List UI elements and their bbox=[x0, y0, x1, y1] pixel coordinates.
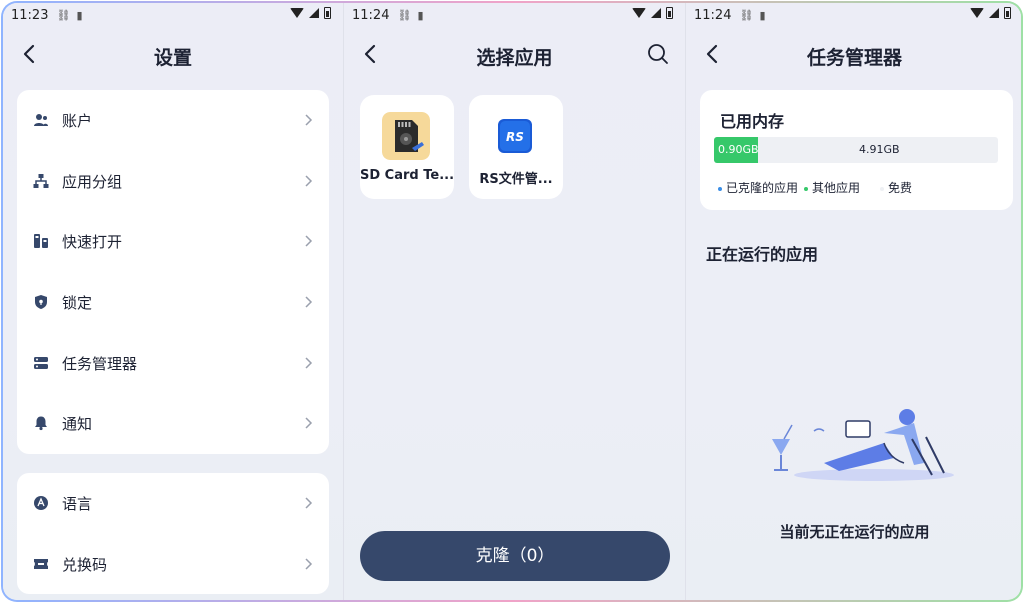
settings-card-main: 账户 应用分组 快速打开 锁定 任务管理器 通知 bbox=[17, 90, 329, 454]
status-bar: 11:24 ⛓ ▮ bbox=[686, 3, 1021, 27]
legend-label: 免费 bbox=[888, 181, 913, 195]
link-icon: ⛓ bbox=[397, 8, 412, 22]
settings-item-redeem-code[interactable]: 兑换码 bbox=[17, 534, 329, 594]
chevron-right-icon bbox=[305, 114, 313, 126]
settings-item-task-manager[interactable]: 任务管理器 bbox=[17, 333, 329, 393]
status-bar: 11:24 ⛓ ▮ bbox=[344, 3, 685, 27]
settings-card-secondary: 语言 兑换码 bbox=[17, 473, 329, 594]
legend-dot bbox=[880, 186, 885, 191]
battery-icon bbox=[324, 7, 331, 19]
bell-icon bbox=[35, 416, 47, 431]
settings-screen: 11:23 ⛓ ▮ 设置 账户 应用分组 快速打开 锁定 任务管理器 通知 语言… bbox=[3, 3, 343, 600]
chevron-right-icon bbox=[305, 235, 313, 247]
legend-item-free: 免费 bbox=[880, 179, 912, 196]
empty-state-text: 当前无正在运行的应用 bbox=[779, 523, 930, 541]
status-time: 11:24 bbox=[694, 7, 732, 23]
wifi-icon bbox=[632, 8, 646, 18]
sd-card-icon: ▮ bbox=[76, 8, 83, 22]
signal-icon bbox=[309, 8, 319, 18]
link-icon: ⛓ bbox=[56, 8, 71, 22]
select-app-header: 选择应用 bbox=[344, 33, 685, 77]
settings-header: 设置 bbox=[3, 33, 343, 77]
relaxing-person-illustration bbox=[772, 409, 954, 481]
status-right-icons bbox=[970, 7, 1011, 19]
memory-free-label: 4.91GB bbox=[859, 143, 900, 156]
hierarchy-icon bbox=[33, 174, 49, 188]
memory-used-fill: 0.90GB bbox=[714, 137, 759, 163]
settings-item-notifications[interactable]: 通知 bbox=[17, 393, 329, 453]
settings-item-label: 兑换码 bbox=[62, 555, 108, 574]
legend-item-cloned: 已克隆的应用 bbox=[718, 179, 798, 196]
settings-item-label: 锁定 bbox=[62, 293, 93, 312]
legend-dot bbox=[804, 186, 809, 191]
status-time: 11:23 bbox=[11, 7, 49, 23]
settings-item-label: 语言 bbox=[62, 494, 93, 513]
task-manager-icon bbox=[34, 357, 48, 369]
legend-label: 其他应用 bbox=[812, 181, 861, 195]
settings-item-label: 应用分组 bbox=[62, 172, 123, 191]
sd-card-icon: ▮ bbox=[759, 8, 766, 22]
screenshot-frame: 11:23 ⛓ ▮ 设置 账户 应用分组 快速打开 锁定 任务管理器 通知 语言… bbox=[1, 1, 1023, 602]
settings-item-label: 通知 bbox=[62, 414, 93, 433]
legend-label: 已克隆的应用 bbox=[726, 181, 799, 195]
settings-item-label: 账户 bbox=[62, 111, 93, 130]
ticket-icon bbox=[34, 559, 48, 569]
clone-button[interactable]: 克隆（0） bbox=[360, 531, 670, 581]
sd-card-app-icon bbox=[382, 112, 430, 160]
page-title: 选择应用 bbox=[476, 47, 553, 69]
search-icon bbox=[648, 44, 668, 64]
chevron-right-icon bbox=[305, 558, 313, 570]
settings-item-label: 任务管理器 bbox=[62, 354, 138, 373]
select-app-screen: 11:24 ⛓ ▮ 选择应用 SD Card Te... RS RS文件管...… bbox=[344, 3, 685, 600]
chevron-right-icon bbox=[305, 497, 313, 509]
settings-item-app-groups[interactable]: 应用分组 bbox=[17, 151, 329, 211]
user-icon bbox=[34, 114, 48, 126]
status-right-icons bbox=[632, 7, 673, 19]
app-tile-sd-card[interactable]: SD Card Te... bbox=[360, 95, 454, 199]
link-icon: ⛓ bbox=[739, 8, 754, 22]
status-right-icons bbox=[290, 7, 331, 19]
settings-item-quick-open[interactable]: 快速打开 bbox=[17, 211, 329, 271]
settings-item-language[interactable]: 语言 bbox=[17, 473, 329, 533]
app-name: RS文件管... bbox=[479, 172, 553, 187]
wifi-icon bbox=[970, 8, 984, 18]
app-tile-rs-file-manager[interactable]: RS RS文件管... bbox=[469, 95, 563, 199]
running-apps-title: 正在运行的应用 bbox=[706, 245, 819, 264]
memory-card: 已用内存 0.90GB 4.91GB 已克隆的应用 其他应用 免费 bbox=[700, 90, 1013, 210]
chevron-right-icon bbox=[305, 417, 313, 429]
wifi-icon bbox=[290, 8, 304, 18]
memory-legend: 已克隆的应用 其他应用 免费 bbox=[718, 179, 912, 196]
sd-card-icon: ▮ bbox=[417, 8, 424, 22]
task-manager-header: 任务管理器 bbox=[686, 33, 1021, 77]
chevron-right-icon bbox=[305, 296, 313, 308]
chevron-right-icon bbox=[305, 175, 313, 187]
language-icon bbox=[34, 496, 48, 510]
status-bar: 11:23 ⛓ ▮ bbox=[3, 3, 343, 27]
task-manager-screen: 11:24 ⛓ ▮ 任务管理器 已用内存 0.90GB 4.91GB 已克隆的应… bbox=[686, 3, 1021, 600]
lock-shield-icon bbox=[35, 295, 47, 309]
chevron-right-icon bbox=[305, 357, 313, 369]
legend-dot bbox=[718, 186, 722, 191]
signal-icon bbox=[989, 8, 999, 18]
status-time: 11:24 bbox=[352, 7, 390, 23]
app-name: SD Card Te... bbox=[360, 168, 455, 183]
signal-icon bbox=[651, 8, 661, 18]
page-title: 设置 bbox=[153, 47, 192, 69]
memory-bar: 0.90GB 4.91GB bbox=[714, 137, 998, 163]
quick-open-icon bbox=[34, 234, 48, 248]
battery-icon bbox=[666, 7, 673, 19]
settings-item-lock[interactable]: 锁定 bbox=[17, 272, 329, 332]
settings-item-label: 快速打开 bbox=[62, 232, 123, 251]
battery-icon bbox=[1004, 7, 1011, 19]
settings-item-account[interactable]: 账户 bbox=[17, 90, 329, 150]
page-title: 任务管理器 bbox=[806, 47, 902, 69]
rs-file-manager-icon: RS bbox=[498, 119, 532, 153]
search-button[interactable] bbox=[645, 41, 671, 67]
memory-title: 已用内存 bbox=[720, 112, 785, 131]
legend-item-other: 其他应用 bbox=[804, 179, 860, 196]
rs-icon-text: RS bbox=[506, 130, 524, 144]
